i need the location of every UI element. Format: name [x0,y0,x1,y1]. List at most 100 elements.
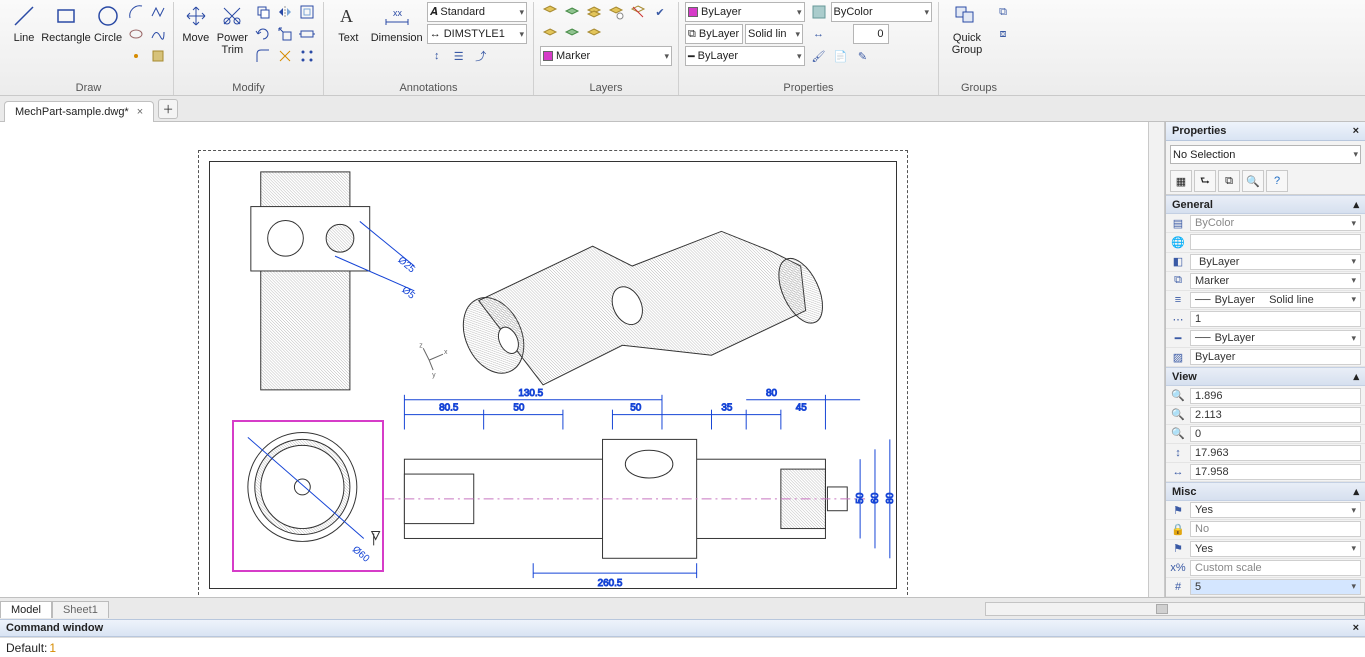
clean-icon[interactable]: ✎ [853,46,873,66]
selection-combo[interactable]: No Selection ▾ [1170,145,1361,164]
move-tool[interactable]: Move [180,2,212,44]
array-icon[interactable] [297,46,317,66]
prop-linetype[interactable]: ≡ ──ByLayer Solid line▾ [1166,291,1365,310]
prop-view-3[interactable]: 🔍0 [1166,425,1365,444]
toggle-pick-icon[interactable]: ▦ [1170,170,1192,192]
scale-icon: x% [1170,560,1186,576]
drawing-canvas[interactable]: Ø25 Ø5 [0,122,1165,597]
layer-btn-9[interactable] [584,24,604,44]
textstyle-combo[interactable]: 𝑨 Standard ▾ [427,2,527,22]
filter-icon[interactable]: 🔍 [1242,170,1264,192]
sheet-tab-model[interactable]: Model [0,601,52,618]
list-icon[interactable]: 📄 [831,46,851,66]
prop-view-1[interactable]: 🔍1.896 [1166,386,1365,405]
prop-lineweight[interactable]: ━ ──ByLayer▾ [1166,329,1365,348]
anno-tool-1[interactable]: ↕ [427,46,447,66]
section-general[interactable]: General▴ [1166,195,1365,214]
command-input[interactable]: Default: 1 [0,637,1365,657]
plotcolor-combo[interactable]: ByColor ▾ [831,2,932,22]
point-icon[interactable] [126,46,146,66]
region-icon[interactable] [148,46,168,66]
close-icon[interactable]: × [1353,622,1359,634]
stretch-icon[interactable] [297,24,317,44]
textstyle-icon: 𝑨 [430,6,438,19]
chevron-down-icon: ▾ [519,7,524,18]
close-icon[interactable]: × [1353,125,1359,137]
prop-color-combo[interactable]: ByLayer ▾ [685,2,805,22]
prop-view-4[interactable]: ↕17.963 [1166,444,1365,463]
prop-misc-2[interactable]: 🔒No [1166,520,1365,539]
dimension-tool[interactable]: xx Dimension [371,2,423,44]
anno-tool-2[interactable]: ☰ [449,46,469,66]
new-tab-button[interactable]: ＋ [158,99,178,119]
prop-view-2[interactable]: 🔍2.113 [1166,406,1365,425]
prop-misc-3[interactable]: ⚑Yes▾ [1166,540,1365,559]
active-layer-combo[interactable]: Marker ▾ [540,46,672,66]
measure-icon[interactable]: ↔ [809,24,829,44]
layer-btn-7[interactable] [540,24,560,44]
calc-icon[interactable]: ⧉ [1218,170,1240,192]
text-tool[interactable]: A Text [330,2,367,44]
anno-tool-3[interactable]: ⤴ [471,46,491,66]
layer-btn-5[interactable] [628,2,648,22]
layer-btn-8[interactable] [562,24,582,44]
hscrollbar[interactable] [985,602,1365,616]
vscrollbar[interactable] [1148,122,1164,597]
prop-linetype-combo[interactable]: Solid lin ▾ [745,24,803,44]
layer-btn-6[interactable]: ✔ [650,2,670,22]
prop-layer[interactable]: ⧉ Marker▾ [1166,272,1365,291]
match-icon[interactable]: 🖌 [809,46,829,66]
offset-icon[interactable] [297,2,317,22]
circle-tool[interactable]: Circle [94,2,122,44]
fillet-icon[interactable] [253,46,273,66]
weight-input[interactable]: 0 [853,24,889,44]
section-view[interactable]: View▴ [1166,367,1365,386]
prop-hyperlink[interactable]: 🌐 [1166,233,1365,252]
arc-icon[interactable] [126,2,146,22]
ribbon-group-draw: Line Rectangle Circle Draw [4,2,174,95]
mirror-icon[interactable] [275,2,295,22]
sheet-tab-sheet1[interactable]: Sheet1 [52,601,109,618]
layer-btn-3[interactable] [584,2,604,22]
collapse-icon: ▴ [1353,198,1359,211]
ungroup-icon[interactable]: ⧈ [993,24,1013,44]
document-tab[interactable]: MechPart-sample.dwg* × [4,101,154,122]
section-misc[interactable]: Misc▴ [1166,482,1365,501]
ribbon-group-groups: Quick Group ⧉ ⧈ Groups [939,2,1019,95]
prop-lineweight-combo[interactable]: ━ ByLayer ▾ [685,46,805,66]
explode-icon[interactable] [275,46,295,66]
layer-btn-1[interactable] [540,2,560,22]
prop-layercolor[interactable]: ◧ ByLayer▾ [1166,253,1365,272]
powertrim-tool[interactable]: Power Trim [216,2,249,56]
line-tool[interactable]: Line [10,2,38,44]
prop-plotstyle[interactable]: ▨ ByLayer [1166,348,1365,367]
weight-icon[interactable] [831,24,851,44]
prop-ltscale[interactable]: ⋯ 1 [1166,310,1365,329]
document-tabs: MechPart-sample.dwg* × ＋ [0,96,1365,122]
plotstyle-icon[interactable] [809,2,829,22]
palette-icon: ▤ [1170,215,1186,231]
ellipse-icon[interactable] [126,24,146,44]
editgroup-icon[interactable]: ⧉ [993,2,1013,22]
prop-view-5[interactable]: ↔17.958 [1166,463,1365,482]
prop-misc-4[interactable]: x%Custom scale [1166,559,1365,578]
rectangle-tool[interactable]: Rectangle [42,2,90,44]
spline-icon[interactable] [148,24,168,44]
prop-layer-combo[interactable]: ⧉ ByLayer [685,24,743,44]
layer-btn-2[interactable] [562,2,582,22]
svg-text:50: 50 [513,403,525,414]
close-icon[interactable]: × [137,106,143,118]
polyline-icon[interactable] [148,2,168,22]
layer-btn-4[interactable] [606,2,626,22]
prop-misc-1[interactable]: ⚑Yes▾ [1166,501,1365,520]
quickselect-icon[interactable]: ⮑ [1194,170,1216,192]
prop-misc-5[interactable]: #5▾ [1166,578,1365,597]
help-icon[interactable]: ? [1266,170,1288,192]
prop-color[interactable]: ▤ ByColor▾ [1166,214,1365,233]
chevron-down-icon: ▾ [795,29,800,40]
quickgroup-tool[interactable]: Quick Group [945,2,989,56]
dimstyle-combo[interactable]: ↔ DIMSTYLE1 ▾ [427,24,527,44]
scale-icon[interactable] [275,24,295,44]
copy-icon[interactable] [253,2,273,22]
rotate-icon[interactable] [253,24,273,44]
